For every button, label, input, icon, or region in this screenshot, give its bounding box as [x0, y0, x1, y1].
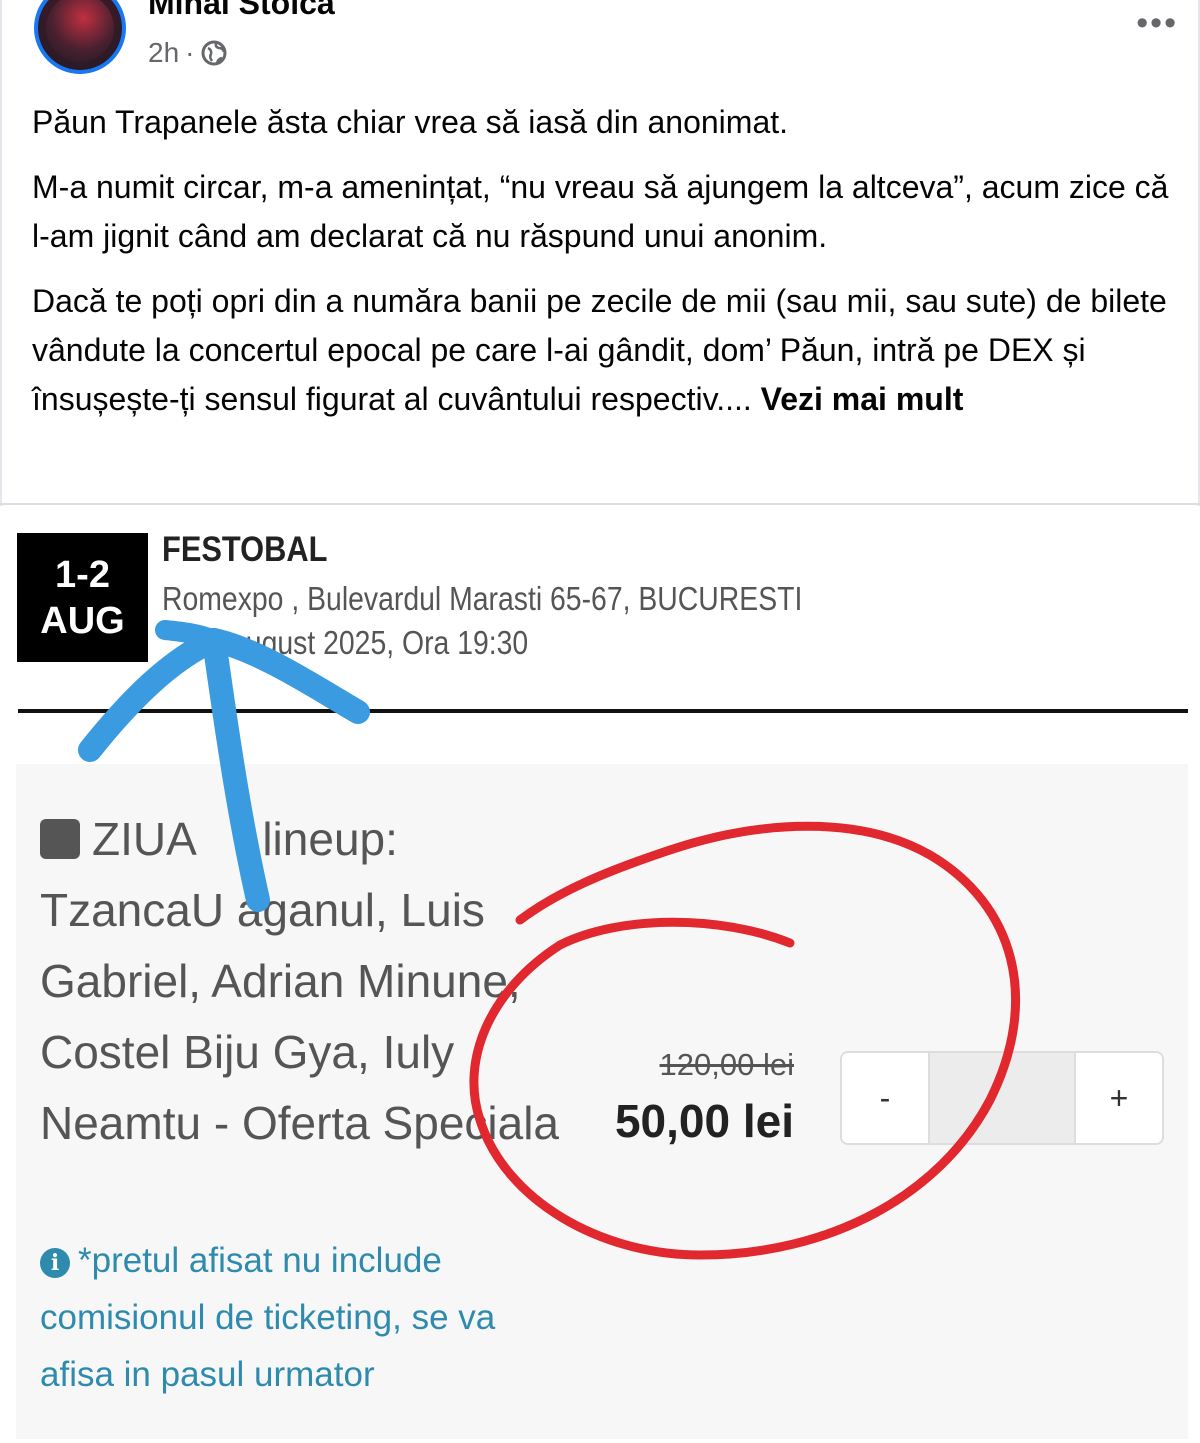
ticket-option-panel: ZIUA , lineup: TzancaU aganul, Luis Gabri…: [16, 764, 1188, 1439]
shared-image-ticket-page[interactable]: 1-2 AUG FESTOBAL Romexpo , Bulevardul Ma…: [0, 506, 1200, 1443]
price-note-text: *pretul afisat nu include comisionul de …: [40, 1241, 496, 1394]
new-price: 50,00 lei: [614, 1095, 794, 1147]
quantity-field[interactable]: [928, 1053, 1076, 1143]
day-label: ZIUA: [92, 813, 197, 865]
globe-icon: [200, 39, 228, 67]
old-price: 120,00 lei: [659, 1047, 794, 1082]
meta-dot: ·: [185, 37, 195, 68]
author-avatar[interactable]: [34, 0, 126, 74]
event-venue: Romexpo , Bulevardul Marasti 65-67, BUCU…: [162, 580, 803, 617]
post-paragraph-3: Dacă te poți opri din a număra banii pe …: [32, 277, 1172, 424]
increase-quantity-button[interactable]: +: [1076, 1053, 1162, 1143]
info-icon: i: [40, 1248, 70, 1278]
post-paragraph-3-text: Dacă te poți opri din a număra banii pe …: [32, 283, 1167, 417]
quantity-stepper: - +: [840, 1051, 1164, 1145]
post-paragraph-1: Păun Trapanele ăsta chiar vrea să iasă d…: [32, 104, 789, 140]
post-separator: [0, 503, 1200, 505]
post-body: Păun Trapanele ăsta chiar vrea să iasă d…: [32, 98, 1172, 440]
price-note: i *pretul afisat nu include comisionul de…: [40, 1232, 560, 1403]
date-days: 1-2: [55, 553, 110, 596]
ticket-divider: [18, 709, 1188, 713]
post-time[interactable]: 2h: [148, 36, 179, 70]
post-meta: 2h ·: [148, 36, 228, 70]
event-title: FESTOBAL: [162, 530, 328, 569]
author-name[interactable]: Mihai Stoica: [148, 0, 335, 20]
date-month: AUG: [40, 599, 125, 642]
lineup-heading: , lineup:: [236, 813, 398, 865]
lineup-text: TzancaU aganul, Luis Gabriel, Adrian Min…: [40, 884, 560, 1149]
see-more-link[interactable]: Vezi mai mult: [761, 381, 964, 417]
more-options-icon[interactable]: •••: [1136, 6, 1178, 40]
post-paragraph-2: M-a numit circar, m-a amenințat, “nu vre…: [32, 169, 1169, 254]
facebook-post: Mihai Stoica 2h · ••• Păun Trapanele ăst…: [0, 0, 1200, 1443]
ticket-option-description: ZIUA , lineup: TzancaU aganul, Luis Gabri…: [40, 804, 560, 1159]
avatar-image: [46, 0, 114, 62]
event-datetime: august 2025, Ora 19:30: [230, 624, 529, 661]
event-date-badge: 1-2 AUG: [17, 533, 148, 662]
ticket-square-icon: [40, 819, 80, 859]
decrease-quantity-button[interactable]: -: [842, 1053, 928, 1143]
